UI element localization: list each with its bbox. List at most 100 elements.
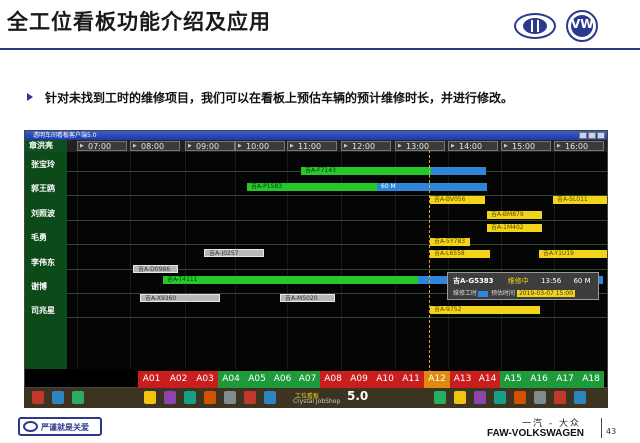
bay-cell[interactable]: A04 bbox=[218, 371, 244, 388]
bay-cell[interactable]: A09 bbox=[346, 371, 372, 388]
time-slot-tab[interactable]: 11:00 bbox=[287, 141, 337, 151]
hour-gridline bbox=[77, 152, 78, 369]
popup-line-2: 维修工时 预估时间 2019-03-07 15:00 bbox=[453, 288, 576, 297]
repair-job-bar[interactable]: 吉A-L6558 bbox=[430, 250, 490, 258]
faw-logo bbox=[514, 13, 556, 39]
footer-divider bbox=[601, 418, 602, 438]
brand-en: FAW-VOLKSWAGEN bbox=[487, 428, 585, 439]
repair-job-bar[interactable]: 吉A-T4111 bbox=[163, 276, 418, 284]
bay-cell[interactable]: A05 bbox=[244, 371, 270, 388]
time-slot-tab[interactable]: 12:00 bbox=[341, 141, 391, 151]
maximize-icon[interactable] bbox=[588, 132, 596, 139]
service-logo-text: 严谨就是关爱 bbox=[41, 423, 89, 432]
toolbar-button-icon[interactable] bbox=[554, 391, 566, 404]
technician-row-label[interactable]: 毛勇 bbox=[25, 232, 67, 244]
row-separator bbox=[67, 244, 607, 245]
toolbar-button-icon[interactable] bbox=[32, 391, 44, 404]
toolbar-button-icon[interactable] bbox=[52, 391, 64, 404]
bay-cell[interactable]: A07 bbox=[295, 371, 320, 388]
bay-cell[interactable]: A13 bbox=[450, 371, 475, 388]
time-slot-tab[interactable]: 08:00 bbox=[130, 141, 180, 151]
toolbar-version: 5.0 bbox=[347, 389, 369, 403]
time-slot-tab[interactable]: 15:00 bbox=[501, 141, 551, 151]
bay-cell[interactable]: A15 bbox=[500, 371, 526, 388]
row-separator bbox=[67, 220, 607, 221]
vehicle-detail-popup[interactable]: 吉A-G5383 维修中 13:56 60 M 维修工时 预估时间 2019-03… bbox=[447, 272, 599, 300]
repair-job-bar[interactable]: 吉A-D0986 bbox=[133, 265, 178, 273]
time-slot-tab[interactable]: 16:00 bbox=[554, 141, 604, 151]
popup-estimate-value[interactable]: 2019-03-07 15:00 bbox=[516, 290, 576, 297]
bay-cell[interactable]: A02 bbox=[165, 371, 192, 388]
time-slot-tab[interactable]: 09:00 bbox=[185, 141, 235, 151]
time-slot-tab[interactable]: 07:00 bbox=[77, 141, 127, 151]
toolbar-button-icon[interactable] bbox=[474, 391, 486, 404]
popup-time: 13:56 bbox=[541, 277, 562, 285]
bay-cell[interactable]: A03 bbox=[192, 371, 218, 388]
toolbar-button-icon[interactable] bbox=[72, 391, 84, 404]
technician-row-label[interactable]: 司兆星 bbox=[25, 305, 67, 317]
toolbar-button-icon[interactable] bbox=[244, 391, 256, 404]
toolbar-button-icon[interactable] bbox=[224, 391, 236, 404]
technician-name-header: 章洪亮 bbox=[25, 140, 67, 152]
bay-cell[interactable]: A16 bbox=[526, 371, 552, 388]
bay-cell[interactable]: A18 bbox=[578, 371, 604, 388]
bay-cell[interactable]: A01 bbox=[138, 371, 165, 388]
repair-job-bar[interactable]: 吉A-F7143 bbox=[301, 167, 431, 175]
repair-job-bar[interactable]: 吉A-X9360 bbox=[140, 294, 220, 302]
time-slot-tab[interactable]: 14:00 bbox=[448, 141, 498, 151]
current-time-line bbox=[429, 150, 430, 388]
repair-job-bar[interactable]: 吉A-J0257 bbox=[204, 249, 264, 257]
toolbar-button-icon[interactable] bbox=[184, 391, 196, 404]
time-slot-tab[interactable]: 13:00 bbox=[395, 141, 445, 151]
technician-row-label[interactable]: 谢博 bbox=[25, 281, 67, 293]
bay-cell[interactable]: A08 bbox=[320, 371, 346, 388]
bullet-text: 针对未找到工时的维修项目，我们可以在看板上预估车辆的预计维修时长，并进行修改。 bbox=[45, 91, 514, 105]
swirl-icon bbox=[23, 421, 38, 432]
repair-job-bar[interactable]: 60 M bbox=[377, 183, 487, 191]
bay-cell[interactable]: A11 bbox=[398, 371, 424, 388]
repair-job-bar[interactable]: 吉A-5L011 bbox=[553, 196, 607, 204]
toolbar-button-icon[interactable] bbox=[494, 391, 506, 404]
bay-cell[interactable]: A10 bbox=[372, 371, 398, 388]
minimize-icon[interactable] bbox=[579, 132, 587, 139]
popup-plate: 吉A-G5383 bbox=[453, 277, 494, 285]
bay-cell[interactable]: A17 bbox=[552, 371, 578, 388]
hour-gridline bbox=[235, 152, 236, 369]
repair-job-bar[interactable] bbox=[431, 167, 486, 175]
toolbar-button-icon[interactable] bbox=[264, 391, 276, 404]
toolbar-brand: Crystal JobShop bbox=[293, 398, 341, 405]
technician-row-label[interactable]: 刘照波 bbox=[25, 208, 67, 220]
toolbar-button-icon[interactable] bbox=[164, 391, 176, 404]
toolbar-button-icon[interactable] bbox=[144, 391, 156, 404]
toolbar-button-icon[interactable] bbox=[434, 391, 446, 404]
repair-job-bar[interactable]: 吉A-9752 bbox=[430, 306, 540, 314]
header-divider bbox=[0, 48, 640, 50]
time-header: 章洪亮 07:0008:0009:0010:0011:0012:0013:001… bbox=[25, 140, 607, 152]
technician-row-label[interactable]: 李伟东 bbox=[25, 257, 67, 269]
technician-row-label[interactable]: 郭王鸥 bbox=[25, 183, 67, 195]
toolbar-button-icon[interactable] bbox=[574, 391, 586, 404]
repair-job-bar[interactable]: 吉A-1M402 bbox=[487, 224, 542, 232]
toolbar-button-icon[interactable] bbox=[534, 391, 546, 404]
bay-cell[interactable]: A06 bbox=[270, 371, 295, 388]
popup-work-label: 维修工时 bbox=[453, 290, 478, 297]
toolbar-button-icon[interactable] bbox=[454, 391, 466, 404]
repair-job-bar[interactable]: 吉A-BV056 bbox=[430, 196, 485, 204]
bay-cell[interactable]: A12 bbox=[424, 371, 450, 388]
time-slot-tab[interactable]: 10:00 bbox=[235, 141, 285, 151]
app-titlebar: 透明车间看板客户端5.0 bbox=[25, 131, 607, 140]
toolbar-button-icon[interactable] bbox=[204, 391, 216, 404]
bay-strip: A01 A02 A03 A04 A05 A06 A07 A08 A09 A10 A11 A12 A13 A… bbox=[138, 371, 604, 388]
bay-cell[interactable]: A14 bbox=[475, 371, 500, 388]
repair-job-bar[interactable]: 吉A-M5020 bbox=[280, 294, 335, 302]
repair-job-bar[interactable]: 吉A-Y1U19 bbox=[539, 250, 607, 258]
close-icon[interactable] bbox=[597, 132, 605, 139]
technician-row-label[interactable]: 张宝玲 bbox=[25, 159, 67, 171]
repair-job-bar[interactable]: 吉A-5Y783 bbox=[430, 238, 470, 246]
repair-job-bar[interactable]: 吉A-P1583 bbox=[247, 183, 377, 191]
popup-estimate-label: 预估时间 bbox=[491, 290, 516, 297]
kanban-app-screenshot: 透明车间看板客户端5.0 章洪亮 07:0008:00 09:0010:0011:… bbox=[24, 130, 608, 388]
row-separator bbox=[67, 195, 607, 196]
repair-job-bar[interactable]: 吉A-BM879 bbox=[487, 211, 542, 219]
toolbar-button-icon[interactable] bbox=[514, 391, 526, 404]
